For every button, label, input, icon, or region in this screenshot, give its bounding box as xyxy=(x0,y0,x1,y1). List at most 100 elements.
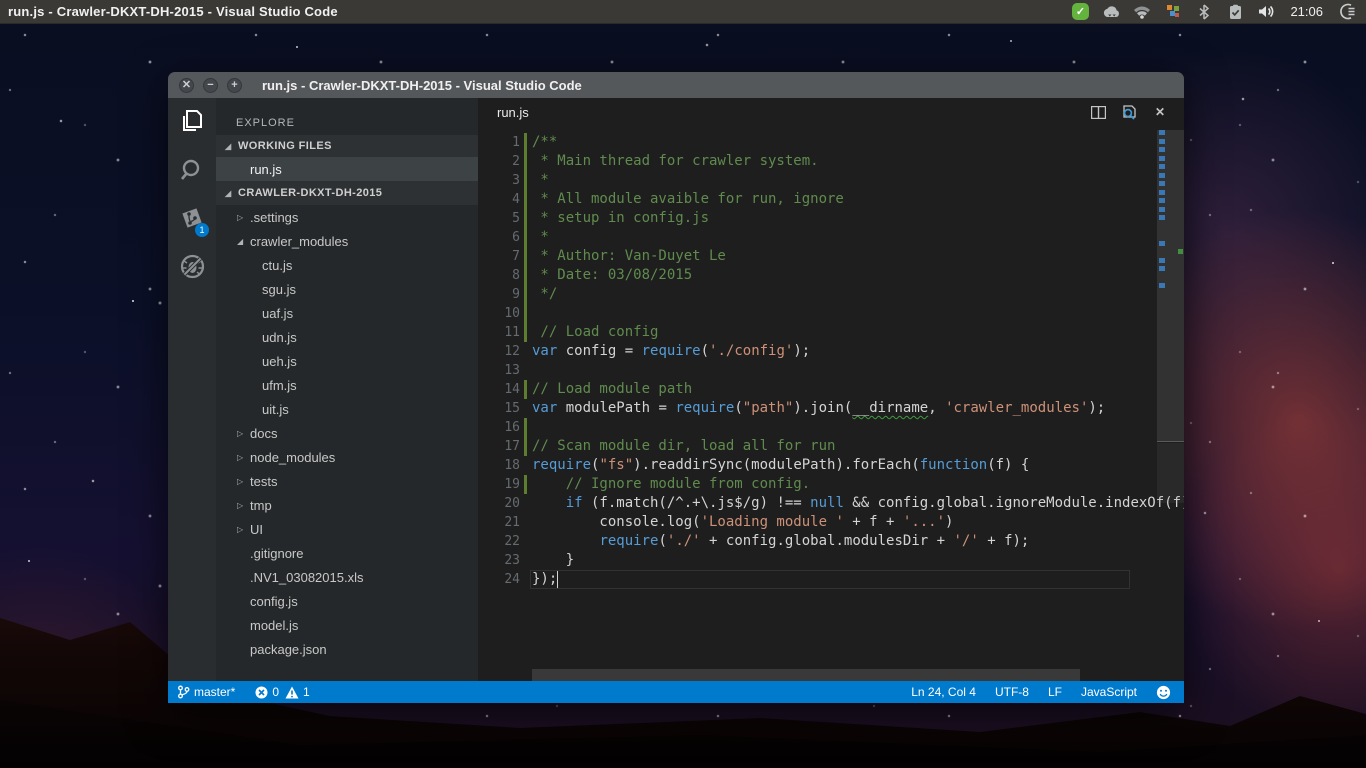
clock[interactable]: 21:06 xyxy=(1290,4,1323,19)
gutter[interactable]: 18 xyxy=(478,456,532,475)
tree-folder-crawler_modules[interactable]: ◢crawler_modules xyxy=(216,229,478,253)
code-line-22[interactable]: 22 require('./' + config.global.modulesD… xyxy=(478,532,1157,551)
tree-file-uaf.js[interactable]: uaf.js xyxy=(216,301,478,325)
code-line-23[interactable]: 23 } xyxy=(478,551,1157,570)
cloud-sync-icon[interactable] xyxy=(1102,3,1120,21)
window-titlebar[interactable]: ✕ − + run.js - Crawler-DKXT-DH-2015 - Vi… xyxy=(168,72,1184,98)
gutter[interactable]: 21 xyxy=(478,513,532,532)
tree-file-sgu.js[interactable]: sgu.js xyxy=(216,277,478,301)
open-file-label[interactable]: run.js xyxy=(497,105,529,120)
code-line-1[interactable]: 1/** xyxy=(478,133,1157,152)
explorer-icon[interactable] xyxy=(168,98,216,146)
gutter[interactable]: 19 xyxy=(478,475,532,494)
working-files-header[interactable]: ◢ WORKING FILES xyxy=(216,135,478,157)
code-line-6[interactable]: 6 * xyxy=(478,228,1157,247)
encoding-indicator[interactable]: UTF-8 xyxy=(995,685,1029,699)
error-count[interactable]: 0 xyxy=(255,685,279,699)
tree-file-model.js[interactable]: model.js xyxy=(216,613,478,637)
code-line-5[interactable]: 5 * setup in config.js xyxy=(478,209,1157,228)
volume-icon[interactable] xyxy=(1257,3,1275,21)
gutter[interactable]: 10 xyxy=(478,304,532,323)
debug-icon[interactable] xyxy=(168,242,216,290)
gutter[interactable]: 14 xyxy=(478,380,532,399)
code-line-13[interactable]: 13 xyxy=(478,361,1157,380)
tree-folder-tmp[interactable]: ▷tmp xyxy=(216,493,478,517)
code-line-16[interactable]: 16 xyxy=(478,418,1157,437)
gutter[interactable]: 5 xyxy=(478,209,532,228)
tree-file-udn.js[interactable]: udn.js xyxy=(216,325,478,349)
git-branch-status[interactable]: master* xyxy=(177,685,235,699)
gutter[interactable]: 6 xyxy=(478,228,532,247)
vertical-scrollbar[interactable] xyxy=(1157,126,1184,669)
gutter[interactable]: 3 xyxy=(478,171,532,190)
gutter[interactable]: 24 xyxy=(478,570,532,589)
skype-status-icon[interactable]: ✓ xyxy=(1071,3,1089,21)
gutter[interactable]: 17 xyxy=(478,437,532,456)
eol-indicator[interactable]: LF xyxy=(1048,685,1062,699)
open-preview-icon[interactable] xyxy=(1121,104,1137,120)
tree-file-uit.js[interactable]: uit.js xyxy=(216,397,478,421)
gutter[interactable]: 2 xyxy=(478,152,532,171)
window-close-button[interactable]: ✕ xyxy=(179,78,194,93)
code-line-11[interactable]: 11 // Load config xyxy=(478,323,1157,342)
tree-file-ueh.js[interactable]: ueh.js xyxy=(216,349,478,373)
tree-folder-.settings[interactable]: ▷.settings xyxy=(216,205,478,229)
project-folder-header[interactable]: ◢ CRAWLER-DKXT-DH-2015 xyxy=(216,181,478,205)
code-line-18[interactable]: 18require("fs").readdirSync(modulePath).… xyxy=(478,456,1157,475)
gutter[interactable]: 22 xyxy=(478,532,532,551)
close-editor-icon[interactable]: ✕ xyxy=(1152,104,1168,120)
code-line-9[interactable]: 9 */ xyxy=(478,285,1157,304)
wifi-icon[interactable] xyxy=(1133,3,1151,21)
code-line-20[interactable]: 20 if (f.match(/^.+\.js$/g) !== null && … xyxy=(478,494,1157,513)
tree-folder-tests[interactable]: ▷tests xyxy=(216,469,478,493)
code-line-7[interactable]: 7 * Author: Van-Duyet Le xyxy=(478,247,1157,266)
window-minimize-button[interactable]: − xyxy=(203,78,218,93)
variety-icon[interactable] xyxy=(1164,3,1182,21)
cursor-position[interactable]: Ln 24, Col 4 xyxy=(911,685,976,699)
git-icon[interactable]: 1 xyxy=(168,194,216,242)
gutter[interactable]: 15 xyxy=(478,399,532,418)
code-line-14[interactable]: 14// Load module path xyxy=(478,380,1157,399)
code-line-10[interactable]: 10 xyxy=(478,304,1157,323)
warning-count[interactable]: 1 xyxy=(285,685,310,699)
gutter[interactable]: 8 xyxy=(478,266,532,285)
code-line-15[interactable]: 15var modulePath = require("path").join(… xyxy=(478,399,1157,418)
gutter[interactable]: 13 xyxy=(478,361,532,380)
tree-folder-docs[interactable]: ▷docs xyxy=(216,421,478,445)
tree-folder-UI[interactable]: ▷UI xyxy=(216,517,478,541)
gutter[interactable]: 9 xyxy=(478,285,532,304)
search-icon[interactable] xyxy=(168,146,216,194)
code-line-24[interactable]: 24}); xyxy=(478,570,1157,589)
tree-file-config.js[interactable]: config.js xyxy=(216,589,478,613)
tree-file-.gitignore[interactable]: .gitignore xyxy=(216,541,478,565)
code-line-2[interactable]: 2 * Main thread for crawler system. xyxy=(478,152,1157,171)
code-line-12[interactable]: 12var config = require('./config'); xyxy=(478,342,1157,361)
session-menu-icon[interactable] xyxy=(1338,3,1356,21)
split-editor-icon[interactable] xyxy=(1090,104,1106,120)
tree-file-ufm.js[interactable]: ufm.js xyxy=(216,373,478,397)
software-updater-icon[interactable] xyxy=(1226,3,1244,21)
gutter[interactable]: 23 xyxy=(478,551,532,570)
code-line-8[interactable]: 8 * Date: 03/08/2015 xyxy=(478,266,1157,285)
gutter[interactable]: 20 xyxy=(478,494,532,513)
tree-file-ctu.js[interactable]: ctu.js xyxy=(216,253,478,277)
gutter[interactable]: 7 xyxy=(478,247,532,266)
code-line-4[interactable]: 4 * All module avaible for run, ignore xyxy=(478,190,1157,209)
code-line-3[interactable]: 3 * xyxy=(478,171,1157,190)
tree-folder-node_modules[interactable]: ▷node_modules xyxy=(216,445,478,469)
window-maximize-button[interactable]: + xyxy=(227,78,242,93)
code-line-21[interactable]: 21 console.log('Loading module ' + f + '… xyxy=(478,513,1157,532)
bluetooth-icon[interactable] xyxy=(1195,3,1213,21)
code-line-19[interactable]: 19 // Ignore module from config. xyxy=(478,475,1157,494)
tree-file-.NV1_03082015.xls[interactable]: .NV1_03082015.xls xyxy=(216,565,478,589)
code-line-17[interactable]: 17// Scan module dir, load all for run xyxy=(478,437,1157,456)
gutter[interactable]: 4 xyxy=(478,190,532,209)
language-indicator[interactable]: JavaScript xyxy=(1081,685,1137,699)
tree-file-package.json[interactable]: package.json xyxy=(216,637,478,661)
gutter[interactable]: 11 xyxy=(478,323,532,342)
horizontal-scrollbar[interactable] xyxy=(532,669,1080,681)
tree-file-run.js[interactable]: run.js xyxy=(216,157,478,181)
gutter[interactable]: 16 xyxy=(478,418,532,437)
gutter[interactable]: 12 xyxy=(478,342,532,361)
gutter[interactable]: 1 xyxy=(478,133,532,152)
